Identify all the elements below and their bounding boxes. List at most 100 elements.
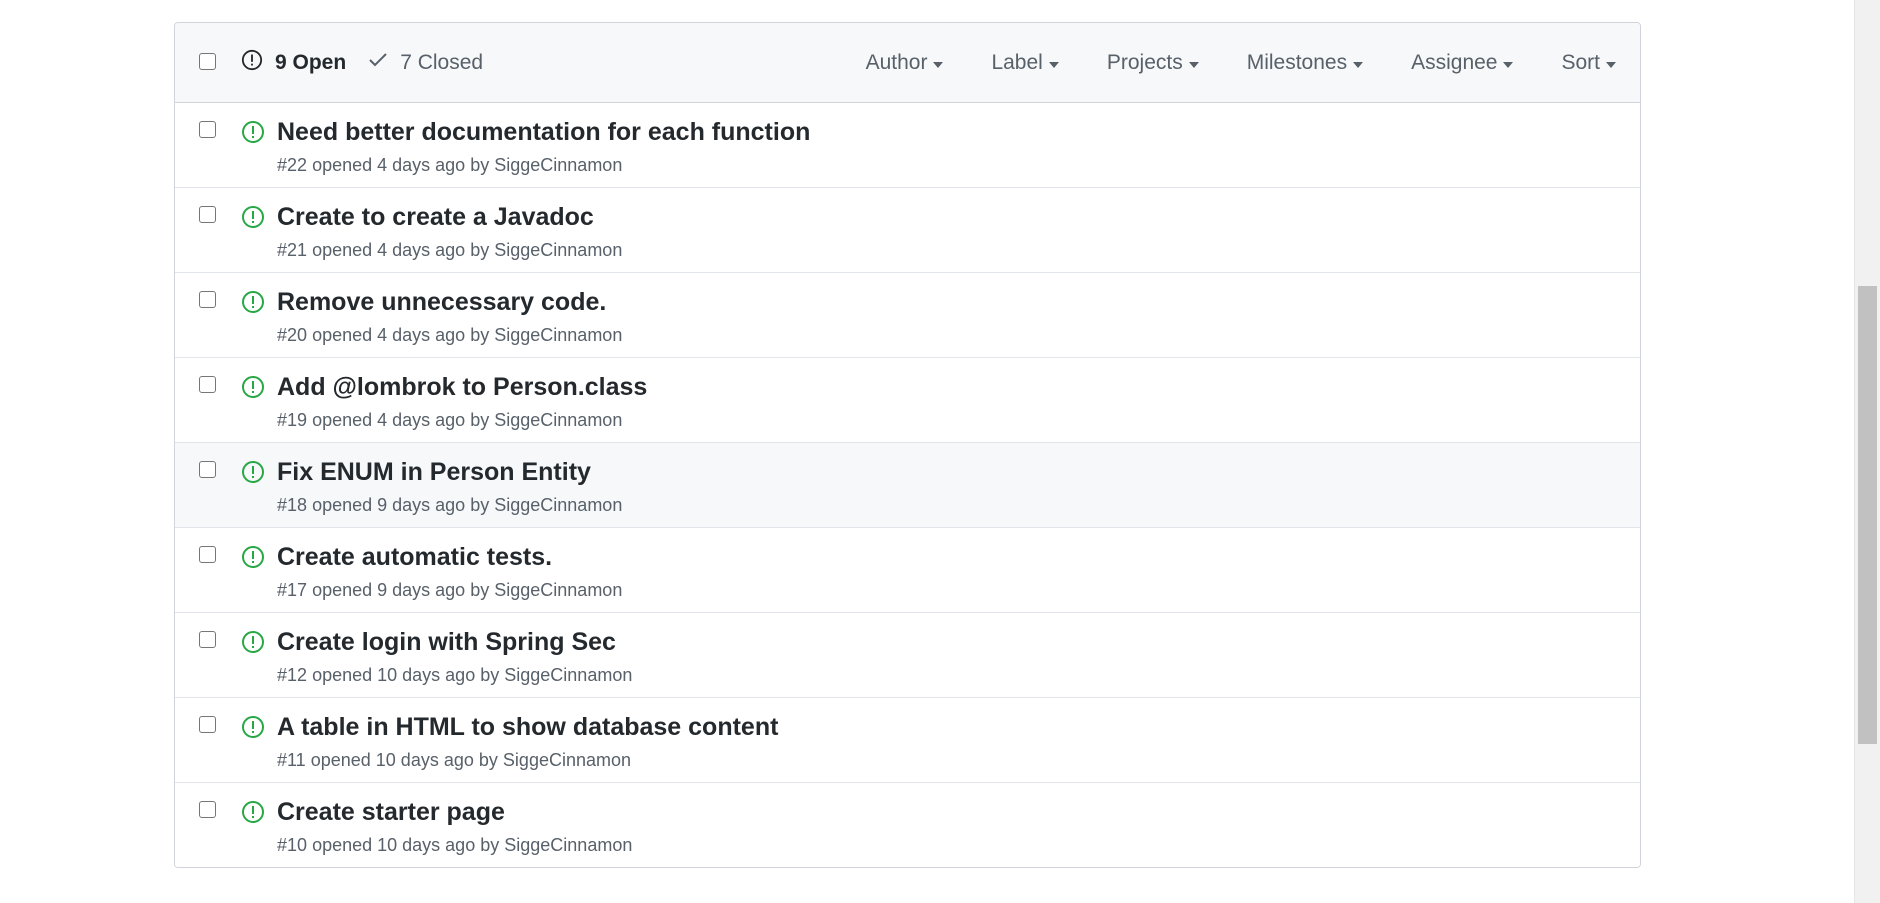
issue-by-text: by xyxy=(470,155,490,175)
issue-row[interactable]: A table in HTML to show database content… xyxy=(175,698,1640,783)
issue-opened-icon xyxy=(241,120,265,144)
issue-meta: #19 opened 4 days ago by SiggeCinnamon xyxy=(277,410,622,431)
issue-checkbox[interactable] xyxy=(199,376,216,393)
closed-issues-link[interactable]: 7 Closed xyxy=(368,51,483,75)
issue-number: #22 xyxy=(277,155,308,175)
issue-opened-icon xyxy=(241,205,265,229)
issue-by-text: by xyxy=(470,325,490,345)
issue-row[interactable]: Add @lombrok to Person.class #19 opened … xyxy=(175,358,1640,443)
issue-by-text: by xyxy=(470,410,490,430)
issue-author-link[interactable]: SiggeCinnamon xyxy=(494,410,622,430)
issue-row[interactable]: Create automatic tests. #17 opened 9 day… xyxy=(175,528,1640,613)
milestones-filter-label: Milestones xyxy=(1246,51,1348,74)
issue-row[interactable]: Create starter page #10 opened 10 days a… xyxy=(175,783,1640,867)
issue-title-link[interactable]: Create starter page xyxy=(277,798,505,827)
sort-dropdown-label: Sort xyxy=(1561,51,1600,74)
issue-state-toggle: 9 Open 7 Closed xyxy=(241,23,483,103)
label-filter[interactable]: Label xyxy=(991,51,1059,75)
issue-opened-icon xyxy=(241,715,265,739)
assignee-filter-label: Assignee xyxy=(1411,51,1498,74)
issue-title-link[interactable]: A table in HTML to show database content xyxy=(277,713,778,742)
author-filter-label: Author xyxy=(865,51,928,74)
issue-checkbox[interactable] xyxy=(199,801,216,818)
issue-opened-time: opened 4 days ago xyxy=(312,410,466,430)
issue-row[interactable]: Fix ENUM in Person Entity #18 opened 9 d… xyxy=(175,443,1640,528)
issue-title-link[interactable]: Create to create a Javadoc xyxy=(277,203,594,232)
issues-list: 9 Open 7 Closed Author Label Projects Mi… xyxy=(174,22,1641,868)
issue-opened-time: opened 4 days ago xyxy=(312,155,466,175)
issue-opened-time: opened 10 days ago xyxy=(310,750,474,770)
caret-down-icon xyxy=(1188,61,1199,68)
vertical-scrollbar[interactable] xyxy=(1854,0,1880,903)
caret-down-icon xyxy=(1606,61,1616,68)
issue-by-text: by xyxy=(478,750,498,770)
milestones-filter[interactable]: Milestones xyxy=(1246,51,1364,75)
issue-checkbox[interactable] xyxy=(199,291,216,308)
issue-opened-icon xyxy=(241,375,265,399)
issue-title-link[interactable]: Create automatic tests. xyxy=(277,543,552,572)
issues-page: 9 Open 7 Closed Author Label Projects Mi… xyxy=(0,0,1880,903)
open-issues-link[interactable]: 9 Open xyxy=(241,49,346,77)
issue-number: #10 xyxy=(277,835,308,855)
issue-author-link[interactable]: SiggeCinnamon xyxy=(504,835,632,855)
issue-author-link[interactable]: SiggeCinnamon xyxy=(503,750,631,770)
issue-meta: #10 opened 10 days ago by SiggeCinnamon xyxy=(277,835,632,856)
caret-down-icon xyxy=(1048,61,1059,68)
caret-down-icon xyxy=(1353,61,1364,68)
select-all-checkbox[interactable] xyxy=(199,53,216,70)
sort-dropdown[interactable]: Sort xyxy=(1561,51,1616,75)
issue-opened-icon xyxy=(241,630,265,654)
issue-by-text: by xyxy=(480,835,500,855)
issue-number: #11 xyxy=(277,750,306,770)
issue-checkbox[interactable] xyxy=(199,716,216,733)
issue-number: #19 xyxy=(277,410,308,430)
issue-title-link[interactable]: Need better documentation for each funct… xyxy=(277,118,810,147)
scrollbar-thumb[interactable] xyxy=(1858,286,1877,744)
issue-opened-time: opened 9 days ago xyxy=(312,495,466,515)
issue-meta: #12 opened 10 days ago by SiggeCinnamon xyxy=(277,665,632,686)
projects-filter-label: Projects xyxy=(1106,51,1183,74)
issue-author-link[interactable]: SiggeCinnamon xyxy=(494,240,622,260)
issue-opened-time: opened 10 days ago xyxy=(312,835,476,855)
caret-down-icon xyxy=(1503,61,1514,68)
issue-title-link[interactable]: Remove unnecessary code. xyxy=(277,288,606,317)
issue-checkbox[interactable] xyxy=(199,121,216,138)
issue-row[interactable]: Create to create a Javadoc #21 opened 4 … xyxy=(175,188,1640,273)
issue-author-link[interactable]: SiggeCinnamon xyxy=(494,325,622,345)
issue-number: #20 xyxy=(277,325,308,345)
issue-title-link[interactable]: Add @lombrok to Person.class xyxy=(277,373,647,402)
issue-title-link[interactable]: Fix ENUM in Person Entity xyxy=(277,458,591,487)
issue-author-link[interactable]: SiggeCinnamon xyxy=(494,580,622,600)
issue-row[interactable]: Need better documentation for each funct… xyxy=(175,103,1640,188)
issue-number: #21 xyxy=(277,240,308,260)
issues-list-header: 9 Open 7 Closed Author Label Projects Mi… xyxy=(175,23,1640,103)
check-icon xyxy=(368,51,388,75)
issue-meta: #22 opened 4 days ago by SiggeCinnamon xyxy=(277,155,622,176)
issue-checkbox[interactable] xyxy=(199,461,216,478)
assignee-filter[interactable]: Assignee xyxy=(1411,51,1514,75)
issue-meta: #11 opened 10 days ago by SiggeCinnamon xyxy=(277,750,631,771)
closed-count-label: 7 Closed xyxy=(400,51,484,74)
issue-number: #17 xyxy=(277,580,308,600)
issue-opened-icon xyxy=(241,290,265,314)
issue-opened-icon xyxy=(241,800,265,824)
issue-author-link[interactable]: SiggeCinnamon xyxy=(494,155,622,175)
issue-by-text: by xyxy=(470,240,490,260)
issue-checkbox[interactable] xyxy=(199,631,216,648)
issue-author-link[interactable]: SiggeCinnamon xyxy=(504,665,632,685)
issue-title-link[interactable]: Create login with Spring Sec xyxy=(277,628,616,657)
issue-row[interactable]: Create login with Spring Sec #12 opened … xyxy=(175,613,1640,698)
issue-author-link[interactable]: SiggeCinnamon xyxy=(494,495,622,515)
issue-opened-time: opened 4 days ago xyxy=(312,325,466,345)
issue-checkbox[interactable] xyxy=(199,546,216,563)
author-filter[interactable]: Author xyxy=(866,51,944,75)
issue-by-text: by xyxy=(470,580,490,600)
projects-filter[interactable]: Projects xyxy=(1107,51,1199,75)
issue-meta: #17 opened 9 days ago by SiggeCinnamon xyxy=(277,580,622,601)
issue-meta: #20 opened 4 days ago by SiggeCinnamon xyxy=(277,325,622,346)
issue-row[interactable]: Remove unnecessary code. #20 opened 4 da… xyxy=(175,273,1640,358)
issue-opened-time: opened 9 days ago xyxy=(312,580,466,600)
issue-by-text: by xyxy=(470,495,490,515)
issue-checkbox[interactable] xyxy=(199,206,216,223)
issue-opened-icon xyxy=(241,460,265,484)
